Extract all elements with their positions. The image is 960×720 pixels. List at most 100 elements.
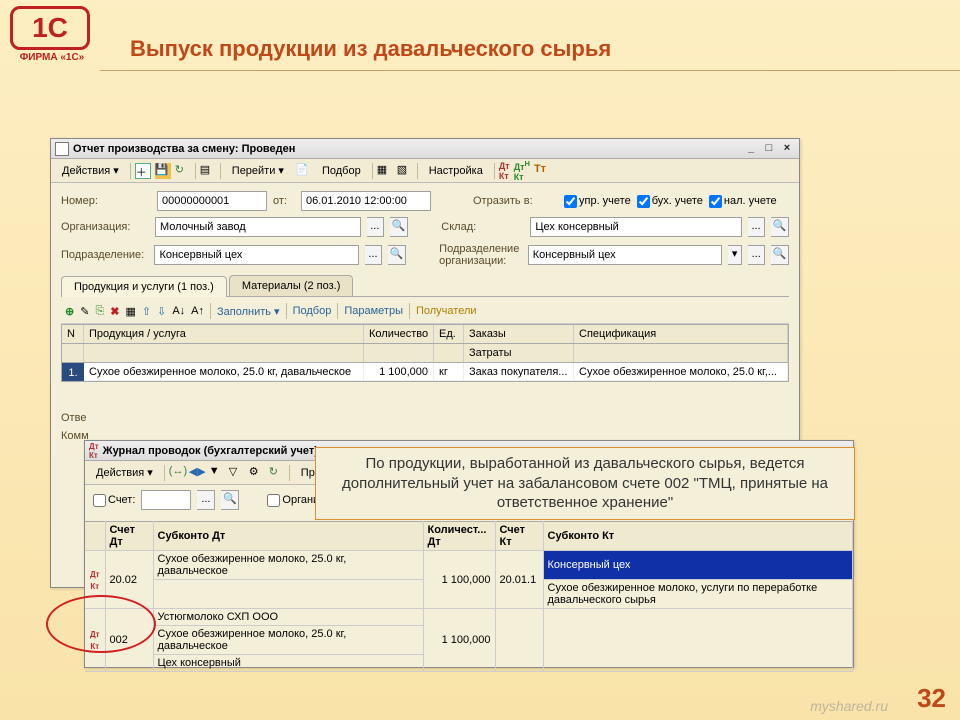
podr-picker[interactable]: ...: [365, 245, 383, 265]
org-lookup-icon[interactable]: 🔍: [390, 217, 408, 237]
cell-spec: Сухое обезжиренное молоко, 25.0 кг,...: [574, 363, 788, 381]
podrorg-picker[interactable]: ...: [748, 245, 766, 265]
col-cost: Затраты: [464, 344, 574, 362]
minimize-button[interactable]: _: [743, 142, 759, 156]
upr-checkbox[interactable]: упр. учете: [564, 195, 631, 208]
fill-button[interactable]: Заполнить ▾: [217, 305, 280, 318]
titlebar[interactable]: Отчет производства за смену: Проведен _ …: [51, 139, 799, 159]
nav-prev-icon[interactable]: ◀▶: [189, 465, 205, 481]
callout-box: По продукции, выработанной из давальческ…: [315, 447, 855, 520]
podbor-button[interactable]: Подбор: [315, 162, 368, 180]
cell-ed: кг: [434, 363, 464, 381]
form-area: Номер: от: Отразить в: упр. учете бух. у…: [51, 183, 799, 456]
buh-checkbox[interactable]: бух. учете: [637, 195, 703, 208]
col-product: Продукция / услуга: [84, 325, 364, 343]
funnel-icon[interactable]: ▼: [209, 465, 225, 481]
nal-checkbox[interactable]: нал. учете: [709, 195, 777, 208]
cell-prod: Сухое обезжиренное молоко, 25.0 кг, дава…: [84, 363, 364, 381]
dtkt-icon[interactable]: ДтКт: [499, 161, 510, 181]
podrorg-lookup-icon[interactable]: 🔍: [771, 245, 789, 265]
tab-materials[interactable]: Материалы (2 поз.): [229, 275, 354, 296]
window-buttons: _ □ ×: [743, 142, 795, 156]
dtkt2-icon[interactable]: ДтНКт: [514, 159, 530, 182]
cell-sub1a: Устюгмолоко СХП ООО: [153, 609, 423, 626]
op2-icon[interactable]: ▧: [397, 163, 413, 179]
goto-menu[interactable]: Перейти ▾: [225, 161, 291, 180]
clear-icon[interactable]: ▽: [229, 465, 245, 481]
down-icon[interactable]: ⇩: [157, 305, 166, 318]
tt-icon[interactable]: Tт: [534, 163, 550, 179]
delete-icon[interactable]: ✖: [110, 305, 119, 318]
number-input[interactable]: [157, 191, 267, 211]
podr-input[interactable]: [154, 245, 358, 265]
recipients-button[interactable]: Получатели: [416, 305, 477, 317]
org-input[interactable]: [155, 217, 361, 237]
col-subdt: Субконто Дт: [153, 522, 423, 551]
date-input[interactable]: [301, 191, 431, 211]
up-icon[interactable]: ⇧: [142, 305, 151, 318]
col-n: N: [62, 325, 84, 343]
posting-grid[interactable]: Счет Дт Субконто Дт Количест... Дт Счет …: [85, 521, 853, 672]
toolbar: Действия ▾ ＋ 💾 ↻ ▤ Перейти ▾ 📄 Подбор ▦ …: [51, 159, 799, 183]
new-icon[interactable]: ＋: [135, 163, 151, 179]
acc-filter-picker[interactable]: ...: [197, 490, 215, 510]
cell-sub2b: Сухое обезжиренное молоко, услуги по пер…: [543, 580, 853, 609]
cell-qty: 1 100,000: [364, 363, 434, 381]
cell-n: 1.: [62, 363, 84, 381]
actions-menu[interactable]: Действия ▾: [55, 161, 126, 180]
view-icon[interactable]: ▦: [125, 305, 135, 318]
tab-products[interactable]: Продукция и услуги (1 поз.): [61, 276, 227, 297]
sort-desc-icon[interactable]: A↑: [191, 305, 204, 317]
window-icon: [55, 142, 69, 156]
cell-ord: Заказ покупателя...: [464, 363, 574, 381]
org-label: Организация:: [61, 221, 149, 233]
add-icon[interactable]: ⊕: [65, 305, 74, 318]
actions2-menu[interactable]: Действия ▾: [89, 463, 160, 482]
sklad-input[interactable]: [530, 217, 741, 237]
cell-qty1: 1 100,000: [423, 551, 495, 609]
acc-filter-lookup-icon[interactable]: 🔍: [221, 490, 239, 510]
window-title: Отчет производства за смену: Проведен: [73, 143, 743, 155]
report-icon[interactable]: 📄: [295, 163, 311, 179]
podr-lookup-icon[interactable]: 🔍: [388, 245, 406, 265]
highlight-ellipse: [46, 595, 156, 653]
filter-icon[interactable]: ▤: [200, 163, 216, 179]
posting-row[interactable]: ДтКт 20.02 Сухое обезжиренное молоко, 25…: [85, 551, 853, 580]
podrorg-label: Подразделение организации:: [439, 243, 522, 267]
cell-acc2: 20.01.1: [495, 551, 543, 609]
podrorg-input[interactable]: [528, 245, 723, 265]
clone-icon[interactable]: ⎘: [95, 305, 104, 318]
edit-icon[interactable]: ✎: [80, 305, 89, 318]
maximize-button[interactable]: □: [761, 142, 777, 156]
nav-first-icon[interactable]: (↔): [169, 465, 185, 481]
settings-button[interactable]: Настройка: [422, 162, 490, 180]
col-subkt: Субконто Кт: [543, 522, 853, 551]
logo: 1C ФИРМА «1С»: [10, 6, 94, 63]
reload-icon[interactable]: ↻: [269, 465, 285, 481]
acc-filter-input[interactable]: [141, 490, 191, 510]
cell-sub2a: Консервный цех: [543, 551, 853, 580]
org-picker[interactable]: ...: [367, 217, 385, 237]
cell-sub1c: Цех консервный: [153, 655, 423, 672]
col-acckt: Счет Кт: [495, 522, 543, 551]
logo-subtext: ФИРМА «1С»: [10, 52, 94, 63]
sort-asc-icon[interactable]: A↓: [172, 305, 185, 317]
settings2-icon[interactable]: ⚙: [249, 465, 265, 481]
save-icon[interactable]: 💾: [155, 163, 171, 179]
acc-filter-checkbox[interactable]: Счет:: [93, 494, 135, 507]
posting-row[interactable]: ДтКт 002 Устюгмолоко СХП ООО 1 100,000: [85, 609, 853, 626]
podrorg-dropdown-icon[interactable]: ▾: [728, 245, 742, 265]
grid-row[interactable]: 1. Сухое обезжиренное молоко, 25.0 кг, д…: [62, 363, 788, 381]
products-grid[interactable]: N Продукция / услуга Количество Ед. Зака…: [61, 324, 789, 382]
grid-podbor[interactable]: Подбор: [293, 305, 332, 317]
cell-qty2: 1 100,000: [423, 609, 495, 672]
sklad-picker[interactable]: ...: [748, 217, 766, 237]
params-button[interactable]: Параметры: [344, 305, 403, 317]
logo-mark-text: 1C: [32, 12, 68, 44]
number-label: Номер:: [61, 195, 151, 207]
otv-label: Отве: [61, 412, 96, 424]
refresh-icon[interactable]: ↻: [175, 163, 191, 179]
op1-icon[interactable]: ▦: [377, 163, 393, 179]
sklad-lookup-icon[interactable]: 🔍: [771, 217, 789, 237]
close-button[interactable]: ×: [779, 142, 795, 156]
